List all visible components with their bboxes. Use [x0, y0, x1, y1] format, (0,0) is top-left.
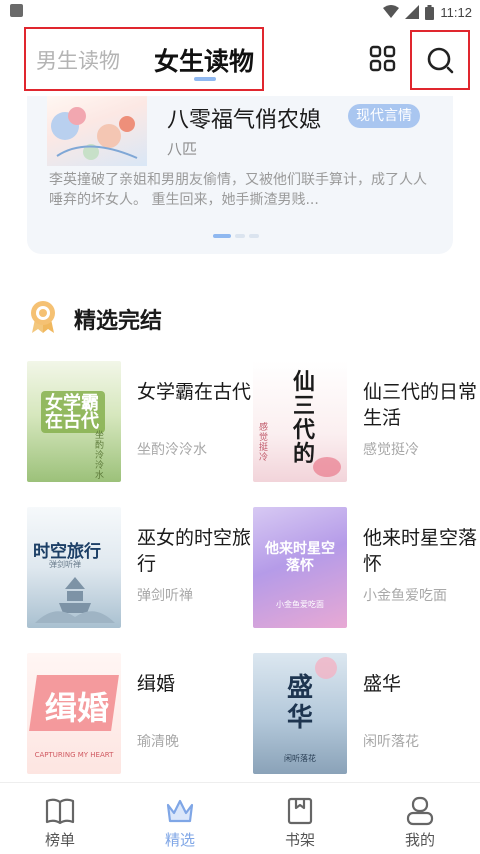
bookshelf-icon	[287, 797, 313, 825]
status-bar: 11:12	[0, 0, 480, 24]
book-cover[interactable]: 盛华 闲听落花	[253, 653, 347, 774]
signal-icon	[405, 5, 420, 19]
cover-author: 感觉挺冷	[259, 423, 269, 463]
pagoda-illustration	[35, 577, 115, 623]
book-author: 小金鱼爱吃面	[363, 588, 447, 604]
status-bar-right: 11:12	[383, 2, 472, 22]
nav-label: 书架	[284, 831, 315, 849]
featured-book-author: 八匹	[167, 140, 198, 158]
bottom-navigation: 榜单 精选 书架 我的	[0, 782, 480, 854]
award-badge-icon	[31, 301, 55, 333]
active-tab-indicator	[194, 77, 216, 81]
book-title: 女学霸在古代	[137, 381, 252, 403]
book-author: 感觉挺冷	[363, 442, 419, 458]
cover-title: 缉婚	[45, 689, 110, 727]
featured-book-card[interactable]: 八零福气俏农媳 现代言情 八匹 李英撞破了亲姐和男朋友偷情，又被他们联手算计，成…	[27, 96, 453, 254]
nav-rankings[interactable]: 榜单	[0, 783, 120, 854]
book-cover[interactable]: 缉婚 CAPTURING MY HEART	[27, 653, 121, 774]
carousel-dot	[249, 234, 259, 238]
book-item[interactable]: 盛华 闲听落花 盛华 闲听落花	[253, 653, 473, 775]
book-cover[interactable]: 女学霸在古代 坐酌泠泠水	[27, 361, 121, 482]
section-title: 精选完结	[74, 309, 163, 334]
top-header: 男生读物 女生读物	[0, 24, 480, 96]
cover-title: 盛华	[287, 673, 314, 733]
book-title: 盛华	[363, 673, 402, 695]
book-author: 弹剑听禅	[137, 588, 193, 604]
nav-bookshelf[interactable]: 书架	[240, 783, 360, 854]
cover-author: 坐酌泠泠水	[95, 431, 105, 481]
cover-author: 小金鱼爱吃面	[276, 600, 324, 609]
book-author: 瑜清晚	[137, 734, 179, 750]
category-grid-button[interactable]	[368, 44, 398, 74]
tab-female-reading[interactable]: 女生读物	[154, 42, 254, 78]
flower-illustration	[51, 107, 138, 160]
book-item[interactable]: 女学霸在古代 坐酌泠泠水 女学霸在古代 坐酌泠泠水	[27, 361, 251, 483]
battery-icon	[425, 4, 435, 20]
featured-book-description: 李英撞破了亲姐和男朋友偷情，又被他们联手算计，成了人人唾弃的坏女人。 重生回来，…	[49, 172, 427, 208]
cover-author: 闲听落花	[284, 754, 316, 763]
gender-tabs: 男生读物 女生读物	[24, 27, 264, 91]
search-button[interactable]	[410, 30, 470, 90]
featured-book-title: 八零福气俏农媳	[167, 108, 322, 133]
genre-tag: 现代言情	[348, 104, 420, 128]
cover-author: 弹剑听禅	[49, 560, 81, 569]
search-icon	[427, 47, 454, 74]
nav-label: 榜单	[44, 831, 75, 849]
book-item[interactable]: 时空旅行 弹剑听禅 巫女的时空旅行 弹剑听禅	[27, 507, 251, 629]
cover-title: 他来时星空落怀	[265, 541, 335, 574]
book-title: 仙三代的日常生活	[363, 381, 478, 429]
nav-label: 精选	[164, 831, 195, 849]
book-title: 巫女的时空旅行	[137, 527, 252, 575]
book-item[interactable]: 他来时星空落怀 小金鱼爱吃面 他来时星空落怀 小金鱼爱吃面	[253, 507, 477, 629]
app-notification-icon	[10, 4, 23, 17]
book-cover[interactable]: 时空旅行 弹剑听禅	[27, 507, 121, 628]
cover-title: 女学霸在古代	[45, 393, 99, 432]
nav-featured[interactable]: 精选	[120, 783, 240, 854]
nav-profile[interactable]: 我的	[360, 783, 480, 854]
grid-icon	[369, 45, 396, 72]
book-cover[interactable]: 仙三代的 感觉挺冷	[253, 361, 347, 482]
book-title: 他来时星空落怀	[363, 527, 478, 575]
carousel-dot	[213, 234, 231, 238]
book-author: 坐酌泠泠水	[137, 442, 207, 458]
tab-male-reading[interactable]: 男生读物	[36, 45, 120, 75]
book-item[interactable]: 仙三代的 感觉挺冷 仙三代的日常生活 感觉挺冷	[253, 361, 477, 483]
clock: 11:12	[440, 4, 472, 20]
cover-author: CAPTURING MY HEART	[34, 751, 114, 759]
wifi-icon	[383, 5, 400, 18]
carousel-dot	[235, 234, 245, 238]
book-title: 缉婚	[137, 673, 176, 695]
nav-label: 我的	[404, 831, 435, 849]
crown-icon	[166, 799, 194, 823]
carousel-indicator	[213, 234, 259, 238]
book-icon	[45, 798, 75, 825]
cover-title: 仙三代的	[293, 370, 316, 467]
book-item[interactable]: 缉婚 CAPTURING MY HEART 缉婚 瑜清晚	[27, 653, 247, 775]
book-author: 闲听落花	[363, 734, 419, 750]
book-cover[interactable]: 他来时星空落怀 小金鱼爱吃面	[253, 507, 347, 628]
featured-book-cover[interactable]	[47, 96, 147, 166]
user-icon	[406, 796, 434, 826]
